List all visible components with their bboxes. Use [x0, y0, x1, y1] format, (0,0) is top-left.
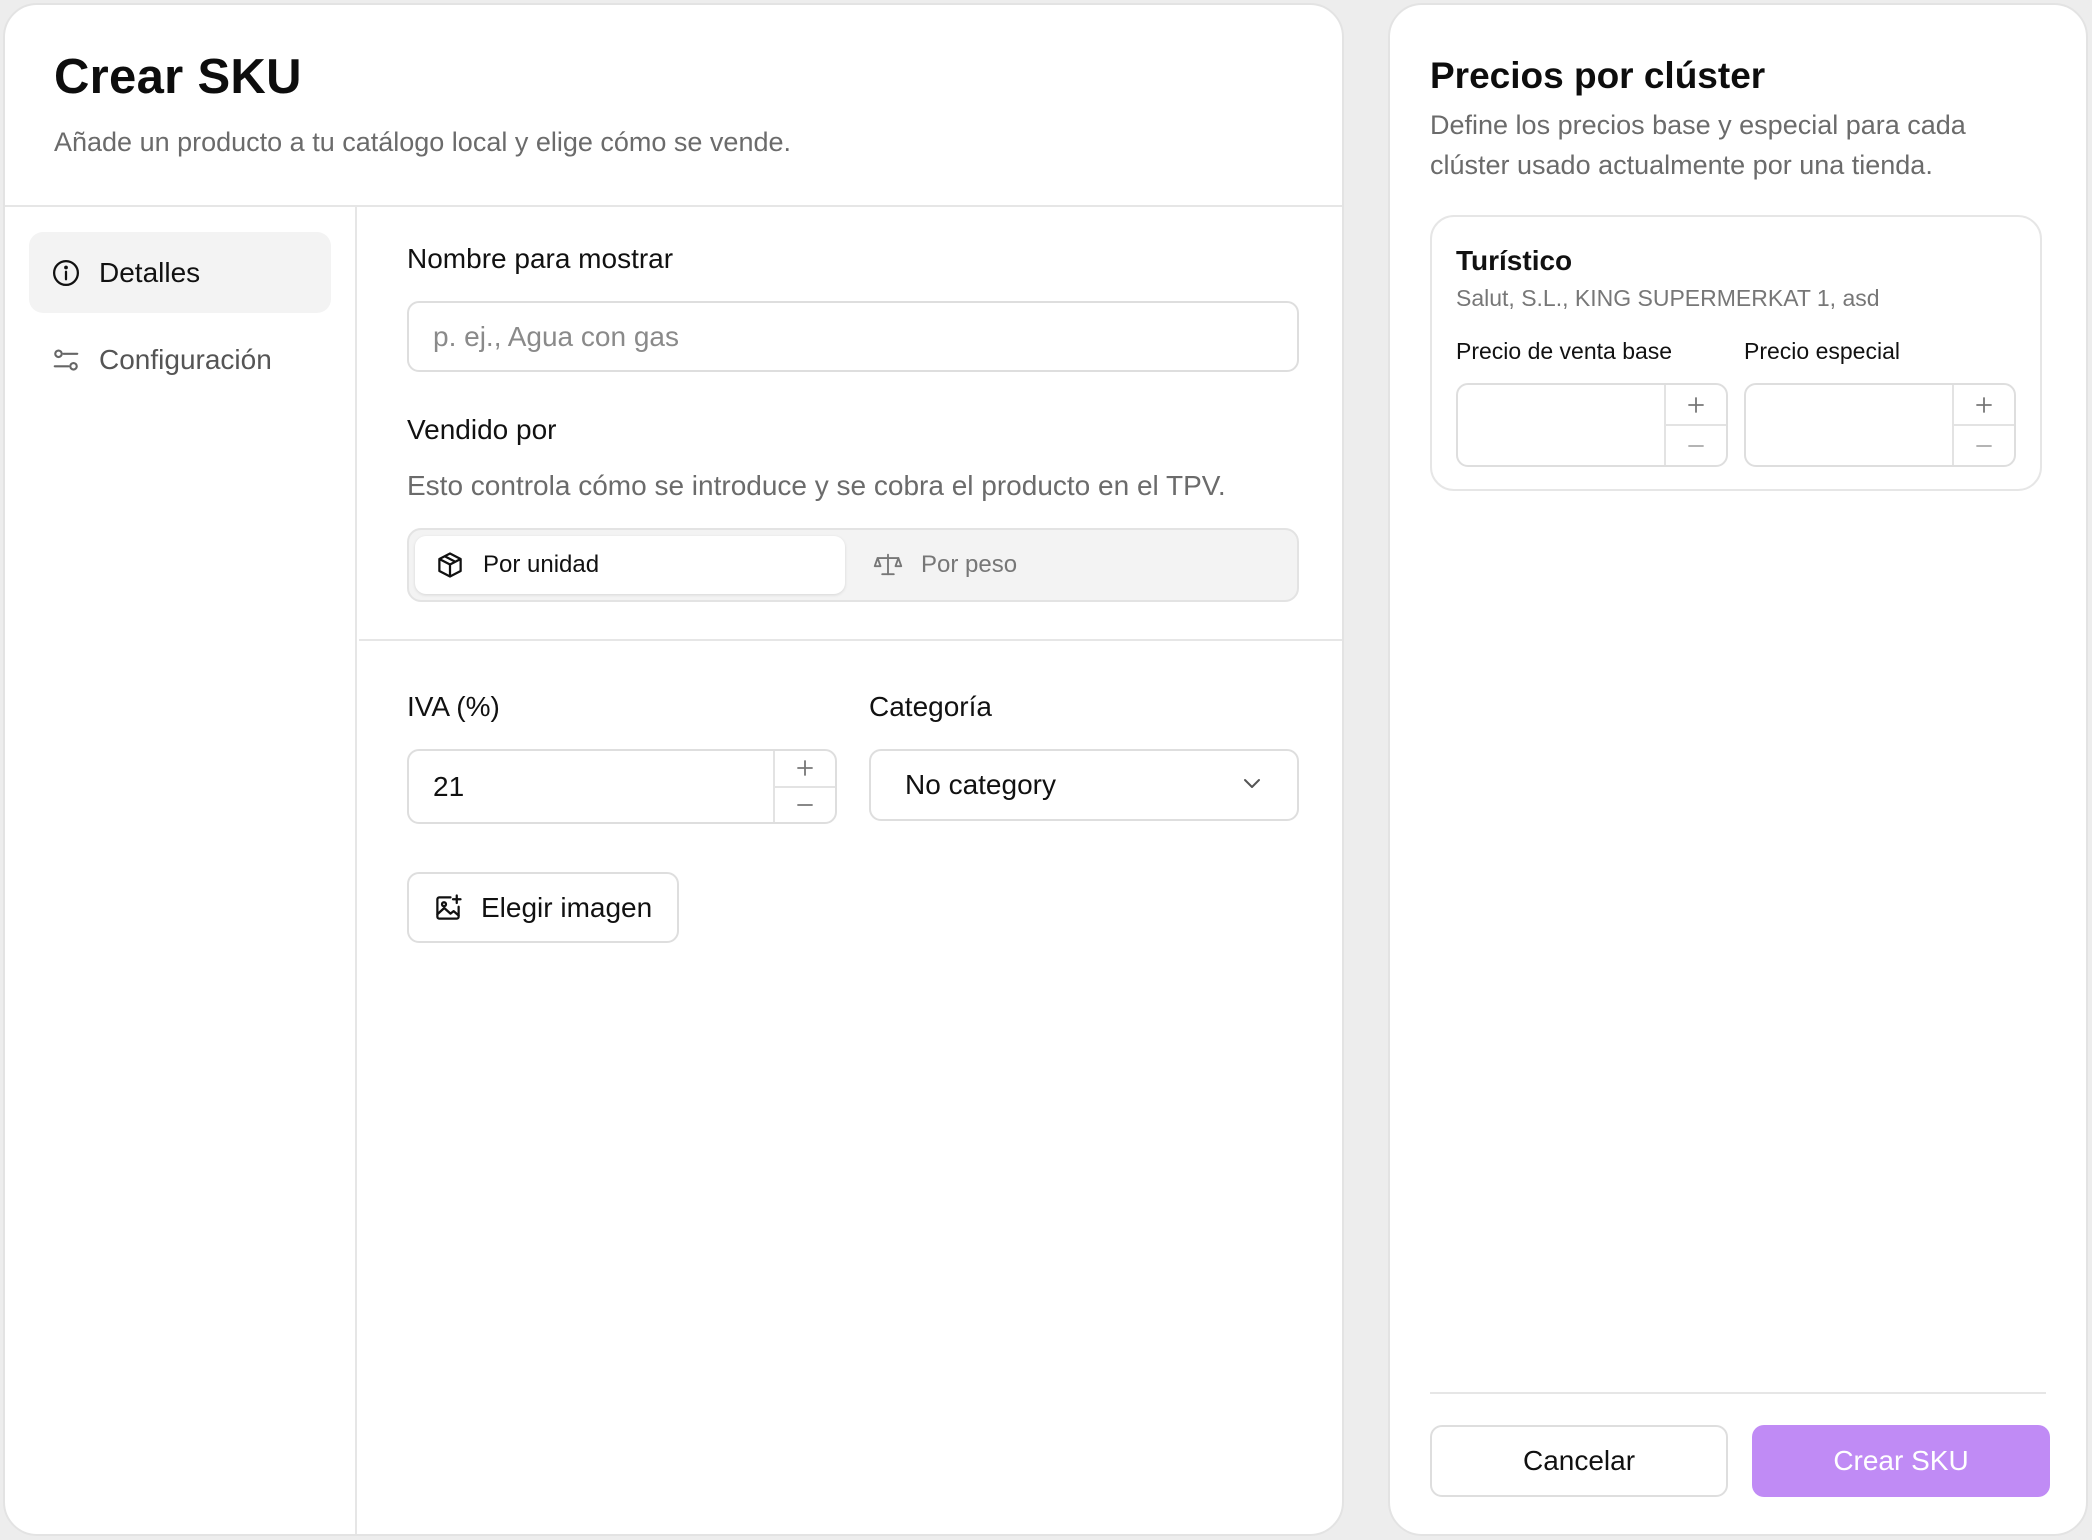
- minus-icon: [1976, 444, 1992, 447]
- category-selected-value: No category: [905, 769, 1056, 800]
- base-price-stepper: [1664, 385, 1726, 465]
- vat-number-input: 21: [407, 749, 837, 824]
- special-price-stepper: [1952, 385, 2014, 465]
- cluster-card: Turístico Salut, S.L., KING SUPERMERKAT …: [1430, 215, 2042, 491]
- special-price-label: Precio especial: [1744, 338, 1900, 364]
- category-field: Categoría No category: [869, 691, 1299, 824]
- plus-icon: [797, 760, 813, 777]
- sold-by-weight-option[interactable]: Por peso: [845, 536, 1275, 594]
- nav-item-label: Detalles: [99, 256, 201, 288]
- image-plus-icon: [433, 892, 465, 924]
- base-price-field: Precio de venta base: [1456, 338, 1728, 467]
- nav-item-detalles[interactable]: Detalles: [29, 232, 331, 313]
- special-price-field: Precio especial: [1744, 338, 2016, 467]
- create-sku-button[interactable]: Crear SKU: [1752, 1425, 2050, 1497]
- display-name-label: Nombre para mostrar: [407, 243, 674, 274]
- plus-icon: [1976, 396, 1992, 413]
- basic-section: Nombre para mostrar Vendido por Esto con…: [359, 207, 1342, 641]
- base-price-value[interactable]: [1458, 385, 1664, 465]
- minus-icon: [1688, 444, 1704, 447]
- sold-by-help: Esto controla cómo se introduce y se cob…: [407, 470, 1226, 501]
- cluster-stores: Salut, S.L., KING SUPERMERKAT 1, asd: [1456, 285, 1880, 311]
- scale-icon: [873, 550, 903, 580]
- cluster-pricing-panel: Precios por clúster Define los precios b…: [1388, 3, 2088, 1536]
- sold-by-unit-label: Por unidad: [483, 551, 600, 578]
- info-circle-icon: [51, 258, 81, 288]
- sold-by-label: Vendido por: [407, 414, 557, 445]
- vat-decrement-button[interactable]: [775, 788, 835, 823]
- panel-header: Crear SKU Añade un producto a tu catálog…: [5, 5, 1342, 207]
- sold-by-unit-option[interactable]: Por unidad: [415, 536, 845, 594]
- choose-image-label: Elegir imagen: [481, 891, 653, 923]
- pricing-title: Precios por clúster: [1430, 55, 1766, 96]
- sold-by-toggle: Por unidad Por peso: [407, 528, 1299, 602]
- vat-increment-button[interactable]: [775, 751, 835, 788]
- base-price-input: [1456, 383, 1728, 467]
- vat-field: IVA (%) 21: [407, 691, 837, 824]
- base-price-decrement-button[interactable]: [1666, 426, 1726, 465]
- create-sku-panel: Crear SKU Añade un producto a tu catálog…: [3, 3, 1344, 1536]
- cluster-name: Turístico: [1456, 245, 1573, 276]
- app-stage: Crear SKU Añade un producto a tu catálog…: [0, 0, 2092, 1540]
- box-icon: [435, 550, 465, 580]
- panel-body: Detalles Configuración Nombre para mostr…: [5, 207, 1342, 1534]
- plus-icon: [1688, 396, 1704, 413]
- base-price-increment-button[interactable]: [1666, 385, 1726, 426]
- base-price-label: Precio de venta base: [1456, 338, 1673, 364]
- pricing-description: Define los precios base y especial para …: [1430, 110, 1966, 180]
- category-label: Categoría: [869, 691, 992, 722]
- sold-by-weight-label: Por peso: [921, 551, 1018, 578]
- special-price-decrement-button[interactable]: [1954, 426, 2014, 465]
- category-select[interactable]: No category: [869, 749, 1299, 821]
- footer-divider: [1430, 1392, 2046, 1394]
- chevron-down-icon: [1241, 769, 1263, 801]
- cancel-button[interactable]: Cancelar: [1430, 1425, 1728, 1497]
- display-name-input[interactable]: [407, 301, 1299, 372]
- vat-stepper: [773, 751, 835, 822]
- sliders-icon: [51, 345, 81, 375]
- vat-label: IVA (%): [407, 691, 500, 722]
- page-subtitle: Añade un producto a tu catálogo local y …: [54, 127, 791, 157]
- special-price-input: [1744, 383, 2016, 467]
- page-title: Crear SKU: [54, 50, 302, 104]
- tax-category-section: IVA (%) 21 Categoría No category Elegir …: [359, 641, 1342, 943]
- nav-item-label: Configuración: [99, 343, 272, 375]
- special-price-value[interactable]: [1746, 385, 1952, 465]
- nav-item-configuracion[interactable]: Configuración: [29, 319, 331, 400]
- choose-image-button[interactable]: Elegir imagen: [407, 872, 679, 943]
- vat-value[interactable]: 21: [409, 751, 773, 822]
- minus-icon: [797, 803, 813, 806]
- section-nav: Detalles Configuración: [5, 207, 357, 1534]
- special-price-increment-button[interactable]: [1954, 385, 2014, 426]
- form-area: Nombre para mostrar Vendido por Esto con…: [359, 207, 1342, 1534]
